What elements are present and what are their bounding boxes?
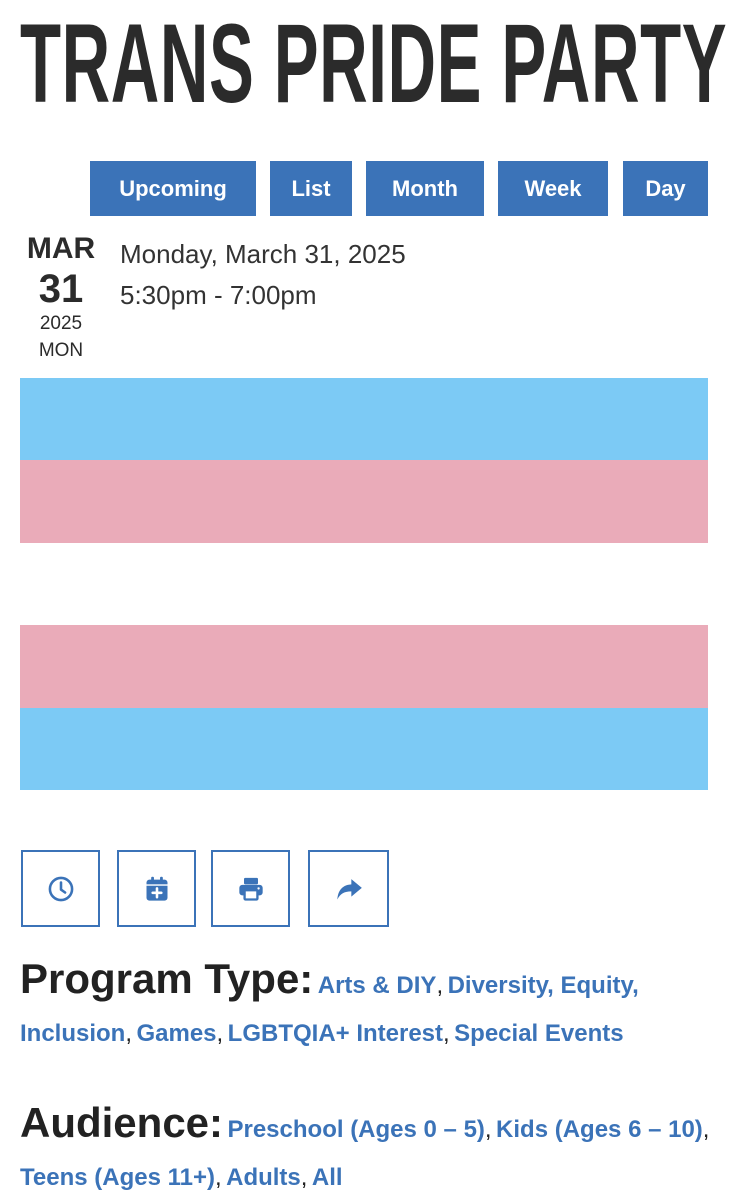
page-title: TRANS PRIDE PARTY — [20, 1, 728, 126]
program-type-section: Program Type: Arts & DIY, Diversity, Equ… — [20, 956, 710, 1059]
audience-link[interactable]: Kids (Ages 6 – 10) — [496, 1116, 703, 1143]
date-day: 31 — [38, 267, 84, 311]
program-type-label: Program Type: — [20, 955, 314, 1002]
date-weekday: MON — [38, 340, 84, 361]
audience-label: Audience: — [20, 1099, 224, 1146]
program-type-link[interactable]: Arts & DIY — [318, 972, 437, 999]
add-to-calendar-button[interactable] — [117, 850, 196, 927]
program-type-link[interactable]: Special Events — [454, 1020, 623, 1047]
transgender-flag-image — [20, 378, 708, 790]
flag-stripe — [20, 707, 708, 790]
program-type-link[interactable]: Games — [136, 1020, 216, 1047]
list-separator: , — [436, 972, 444, 999]
program-type-link[interactable]: LGBTQIA+ Interest — [228, 1020, 443, 1047]
print-button[interactable] — [211, 850, 290, 927]
flag-stripe — [20, 542, 708, 626]
view-upcoming-button[interactable]: Upcoming — [90, 161, 256, 216]
view-switcher: Upcoming List Month Week Day — [0, 161, 729, 217]
date-year: 2025 — [39, 313, 83, 334]
view-list-button[interactable]: List — [270, 161, 352, 216]
view-month-button[interactable]: Month — [366, 161, 484, 216]
audience-link[interactable]: Preschool (Ages 0 – 5) — [227, 1116, 484, 1143]
audience-link[interactable]: Teens (Ages 11+) — [20, 1164, 215, 1191]
audience-link[interactable]: All — [312, 1164, 343, 1191]
list-separator: , — [702, 1116, 710, 1143]
time-button[interactable] — [21, 850, 100, 927]
audience-link[interactable]: Adults — [226, 1164, 301, 1191]
list-separator: , — [443, 1020, 450, 1047]
flag-stripe — [20, 460, 708, 543]
list-separator: , — [125, 1020, 133, 1047]
flag-stripe — [20, 378, 708, 461]
view-day-button[interactable]: Day — [623, 161, 708, 216]
event-tools — [0, 850, 729, 930]
list-separator: , — [484, 1116, 492, 1143]
clock-icon — [48, 876, 73, 901]
date-month: MAR — [26, 232, 96, 265]
audience-section: Audience: Preschool (Ages 0 – 5), Kids (… — [20, 1100, 710, 1200]
share-icon — [336, 878, 362, 899]
flag-stripe — [20, 625, 708, 708]
view-week-button[interactable]: Week — [498, 161, 608, 216]
list-separator: , — [216, 1020, 224, 1047]
print-icon — [238, 877, 263, 901]
calendar-plus-icon — [146, 876, 167, 901]
list-separator: , — [300, 1164, 308, 1191]
event-time-range: 5:30pm - 7:00pm — [120, 280, 317, 310]
list-separator: , — [214, 1164, 222, 1191]
date-badge: MAR 31 2025 MON — [20, 232, 102, 364]
event-full-date: Monday, March 31, 2025 — [120, 239, 406, 269]
share-button[interactable] — [308, 850, 389, 927]
